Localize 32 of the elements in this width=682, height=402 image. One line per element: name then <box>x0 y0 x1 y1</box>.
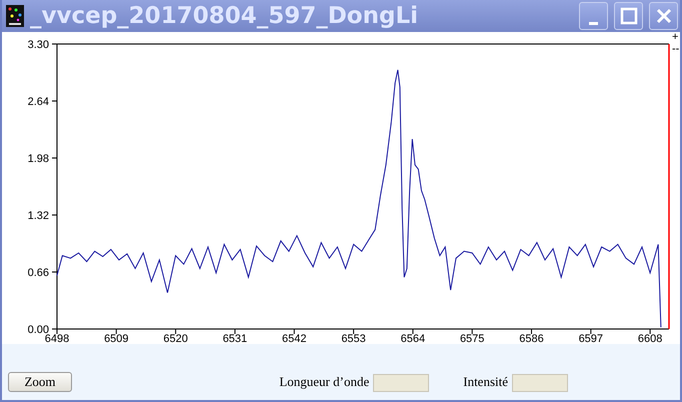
y-tick-label: 2.64 <box>28 96 49 108</box>
x-tick-label: 6498 <box>44 333 70 344</box>
x-tick-label: 6575 <box>460 333 484 344</box>
x-tick-label: 6520 <box>163 333 188 344</box>
y-tick-label: 1.32 <box>28 210 49 222</box>
wavelength-label: Longueur d’onde <box>279 374 370 390</box>
y-tick-label: 0.00 <box>28 324 49 336</box>
intensity-field[interactable] <box>512 374 568 392</box>
x-tick-label: 6542 <box>282 333 306 344</box>
x-tick-label: 6531 <box>222 333 248 344</box>
wavelength-field[interactable] <box>373 374 430 392</box>
x-tick-label: 6553 <box>341 333 366 344</box>
x-tick-label: 6608 <box>638 333 662 344</box>
close-icon <box>654 7 672 25</box>
x-tick-label: 6509 <box>104 333 129 344</box>
x-tick-label: 6564 <box>400 333 426 344</box>
y-tick-label: 1.98 <box>28 153 49 165</box>
zoom-control[interactable]: -- <box>672 43 680 55</box>
window-title: _vvcep_20170804_597_DongLi <box>30 3 419 29</box>
close-button[interactable] <box>649 2 678 30</box>
maximize-icon <box>620 7 638 25</box>
intensity-label: Intensité <box>463 374 508 390</box>
minimize-icon <box>589 22 598 24</box>
x-tick-label: 6597 <box>578 333 604 344</box>
zoom-control[interactable]: + <box>672 32 678 43</box>
app-logo-icon <box>6 5 24 27</box>
x-tick-label: 6586 <box>519 333 544 344</box>
maximize-button[interactable] <box>614 2 643 30</box>
y-tick-label: 0.66 <box>28 267 49 279</box>
zoom-button[interactable]: Zoom <box>8 372 72 392</box>
minimize-button[interactable] <box>579 2 608 30</box>
y-tick-label: 3.30 <box>28 39 49 51</box>
